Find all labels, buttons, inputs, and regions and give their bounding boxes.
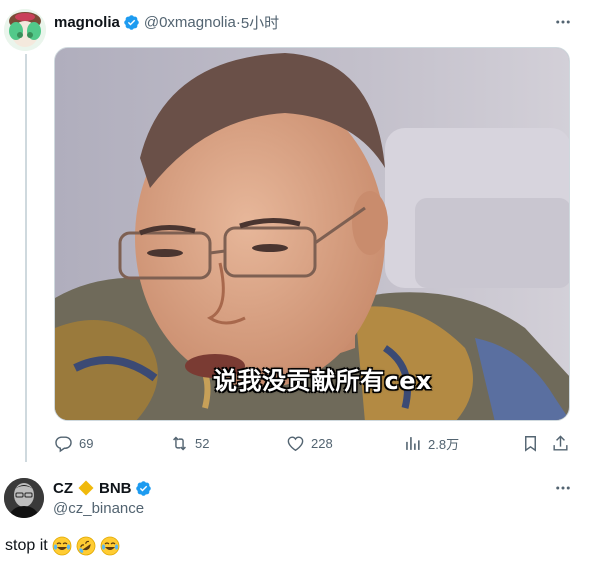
more-icon[interactable] [551,478,575,498]
retweet-count: 52 [195,436,210,451]
views-icon [406,437,420,450]
binance-diamond-icon [78,480,94,496]
like-button[interactable]: 228 [286,434,333,453]
avatar[interactable] [4,9,46,51]
timestamp[interactable]: 5小时 [241,12,279,33]
author-name[interactable]: CZ [53,480,73,497]
tears-of-joy-emoji-icon [52,536,72,556]
more-icon[interactable] [551,12,575,32]
tweet-actions: 69 52 228 2.8万 [54,434,570,454]
tears-of-joy-emoji-icon [100,536,120,556]
retweet-icon [173,436,186,451]
views-button[interactable]: 2.8万 [403,434,459,453]
share-icon [553,435,568,451]
author-handle[interactable]: @cz_binance [53,500,144,517]
bookmark-icon [525,436,536,452]
reply-button[interactable]: 69 [54,434,93,453]
author-handle[interactable]: @0xmagnolia [144,14,236,31]
reply-icon [55,436,72,453]
verified-badge-icon [124,14,139,30]
reply-count: 69 [79,436,94,451]
author-name[interactable]: magnolia [54,14,120,31]
retweet-button[interactable]: 52 [170,434,209,453]
bookmark-button[interactable] [521,434,540,453]
heart-icon [287,436,304,452]
verified-badge-icon [135,480,151,496]
avatar[interactable] [4,478,44,518]
thread-connector-line [25,54,27,462]
views-count: 2.8万 [428,437,460,452]
video-thumbnail[interactable]: 说我没贡献所有cex [54,47,570,421]
tweet-text: stop it [5,536,120,556]
author-name-suffix[interactable]: BNB [99,480,132,497]
share-button[interactable] [551,434,570,453]
tweet-text-content: stop it [5,537,48,554]
like-count: 228 [311,436,333,451]
rofl-emoji-icon [76,536,96,556]
video-subtitle: 说我没贡献所有cex [213,367,432,395]
